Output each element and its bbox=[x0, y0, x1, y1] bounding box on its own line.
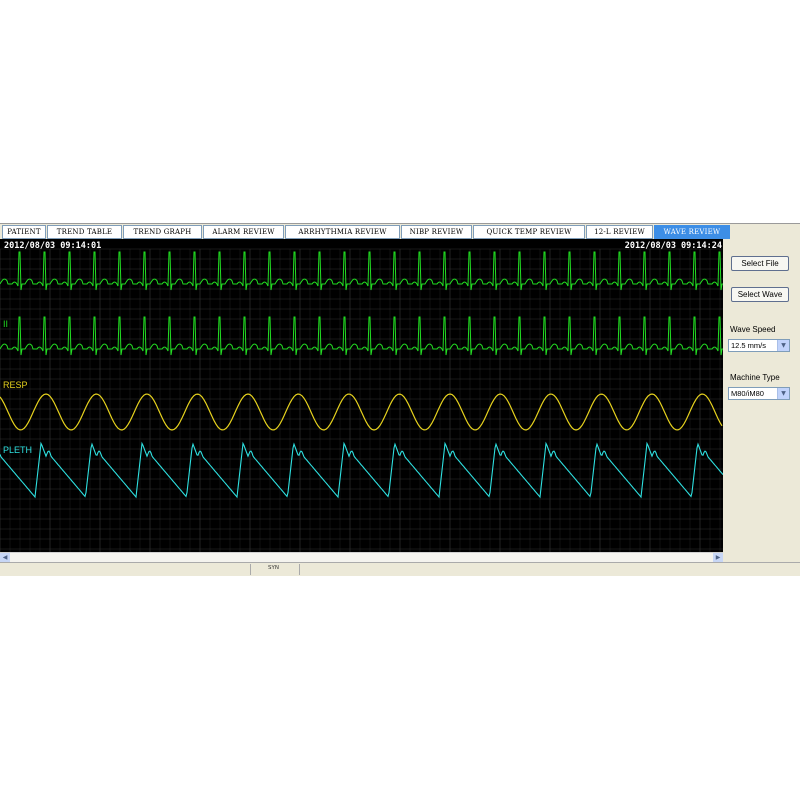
tab-bar: PATIENT TREND TABLE TREND GRAPH ALARM RE… bbox=[0, 223, 800, 240]
wave-review-window: PATIENT TREND TABLE TREND GRAPH ALARM RE… bbox=[0, 223, 800, 576]
status-text: SYN bbox=[268, 565, 279, 571]
tab-wave-review[interactable]: WAVE REVIEW bbox=[654, 225, 730, 239]
wave-speed-value: 12.5 mm/s bbox=[731, 341, 767, 350]
machine-type-select[interactable]: M80/iM80 ▼ bbox=[728, 387, 790, 400]
end-timestamp: 2012/08/03 09:14:24 bbox=[624, 241, 722, 251]
wave-display: 2012/08/03 09:14:01 2012/08/03 09:14:24 … bbox=[0, 239, 723, 552]
tab-trend-table[interactable]: TREND TABLE bbox=[47, 225, 122, 239]
tab-patient[interactable]: PATIENT bbox=[2, 225, 46, 239]
wave-label-ii: II bbox=[3, 319, 9, 329]
tab-quick-temp-review[interactable]: QUICK TEMP REVIEW bbox=[473, 225, 585, 239]
ecg-wave-lead-2 bbox=[0, 316, 723, 356]
tab-nibp-review[interactable]: NIBP REVIEW bbox=[401, 225, 472, 239]
start-timestamp: 2012/08/03 09:14:01 bbox=[4, 241, 102, 251]
horizontal-scrollbar[interactable]: ◀ ▶ bbox=[0, 552, 723, 562]
tab-trend-graph[interactable]: TREND GRAPH bbox=[123, 225, 202, 239]
wave-speed-label: Wave Speed bbox=[730, 325, 776, 334]
tab-arrhythmia-review[interactable]: ARRHYTHMIA REVIEW bbox=[285, 225, 400, 239]
machine-type-value: M80/iM80 bbox=[731, 389, 764, 398]
wave-canvas bbox=[0, 248, 723, 552]
chevron-down-icon[interactable]: ▼ bbox=[777, 340, 789, 351]
wave-label-resp: RESP bbox=[3, 380, 28, 390]
resp-wave bbox=[0, 393, 723, 431]
triangle-right-icon[interactable]: ▶ bbox=[713, 553, 723, 562]
machine-type-label: Machine Type bbox=[730, 373, 780, 382]
chevron-down-icon[interactable]: ▼ bbox=[777, 388, 789, 399]
ecg-wave-lead-1 bbox=[0, 251, 723, 291]
wave-speed-select[interactable]: 12.5 mm/s ▼ bbox=[728, 339, 790, 352]
wave-label-pleth: PLETH bbox=[3, 445, 33, 455]
select-file-button[interactable]: Select File bbox=[731, 256, 789, 271]
triangle-left-icon[interactable]: ◀ bbox=[0, 553, 10, 562]
status-bar: SYN bbox=[0, 562, 800, 576]
control-sidebar: Select File Select Wave Wave Speed 12.5 … bbox=[723, 239, 800, 552]
wave-grid bbox=[0, 248, 723, 552]
tab-12l-review[interactable]: 12-L REVIEW bbox=[586, 225, 653, 239]
select-wave-button[interactable]: Select Wave bbox=[731, 287, 789, 302]
tab-alarm-review[interactable]: ALARM REVIEW bbox=[203, 225, 284, 239]
